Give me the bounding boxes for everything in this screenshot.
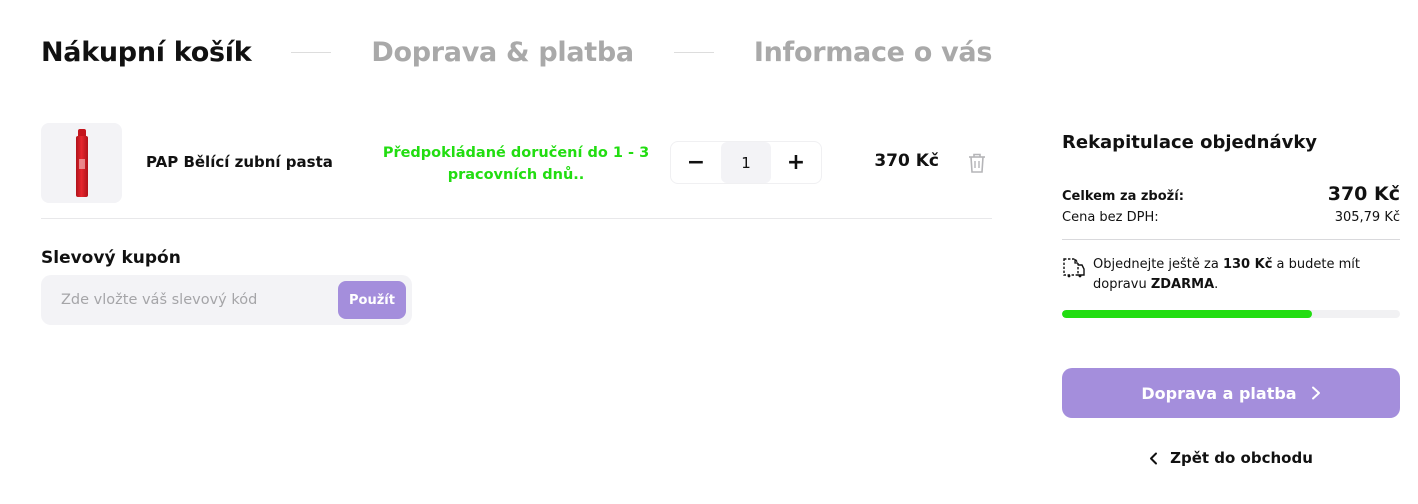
step-cart[interactable]: Nákupní košík — [41, 37, 252, 68]
coupon-apply-button[interactable]: Použít — [338, 281, 406, 319]
total-label: Celkem za zboží: — [1062, 189, 1184, 204]
step-separator — [673, 51, 714, 53]
step-customer-info[interactable]: Informace o vás — [754, 37, 993, 68]
free-shipping-progress-bar — [1062, 310, 1400, 318]
step-shipping-payment[interactable]: Doprava & platba — [371, 37, 634, 68]
net-label: Cena bez DPH: — [1062, 210, 1159, 225]
back-to-shop-label: Zpět do obchodu — [1170, 449, 1313, 467]
summary-net-row: Cena bez DPH: 305,79 Kč — [1062, 210, 1400, 225]
free-shipping-progress-fill — [1062, 310, 1313, 318]
quantity-value[interactable]: 1 — [721, 142, 771, 183]
cart-divider — [41, 218, 992, 219]
summary-title: Rekapitulace objednávky — [1062, 132, 1318, 153]
cart-item-row: PAP Bělící zubní pasta Předpokládané dor… — [41, 123, 992, 205]
chevron-left-icon — [1150, 452, 1158, 464]
step-separator — [291, 51, 332, 53]
free-shipping-note: Objednejte ještě za 130 Kč a budete mít … — [1062, 255, 1400, 295]
checkout-steps: Nákupní košík Doprava & platba Informace… — [41, 30, 992, 74]
quantity-increase-button[interactable]: + — [771, 142, 821, 183]
free-shipping-text: Objednejte ještě za 130 Kč a budete mít … — [1093, 257, 1360, 292]
quantity-stepper: − 1 + — [670, 141, 822, 184]
continue-to-shipping-button[interactable]: Doprava a platba — [1062, 368, 1400, 418]
cart-page: Nákupní košík Doprava & platba Informace… — [0, 0, 1418, 504]
coupon-input[interactable] — [41, 275, 331, 325]
quantity-decrease-button[interactable]: − — [671, 142, 721, 183]
toothpaste-tube-image — [75, 129, 88, 197]
trash-icon[interactable] — [966, 151, 988, 175]
total-value: 370 Kč — [1327, 183, 1400, 205]
product-image[interactable] — [41, 123, 122, 203]
net-value: 305,79 Kč — [1334, 210, 1400, 225]
coupon-title: Slevový kupón — [41, 248, 181, 268]
product-name-link[interactable]: PAP Bělící zubní pasta — [146, 153, 333, 171]
summary-divider — [1062, 239, 1400, 240]
chevron-right-icon — [1311, 386, 1320, 400]
item-price: 370 Kč — [874, 151, 939, 171]
back-to-shop-link[interactable]: Zpět do obchodu — [1062, 447, 1400, 469]
continue-button-label: Doprava a platba — [1141, 383, 1297, 403]
shipping-doc-icon — [1063, 258, 1085, 278]
summary-total-row: Celkem za zboží: 370 Kč — [1062, 183, 1400, 205]
delivery-estimate: Předpokládané doručení do 1 - 3 pracovní… — [382, 145, 650, 183]
coupon-form: Použít — [41, 275, 412, 325]
